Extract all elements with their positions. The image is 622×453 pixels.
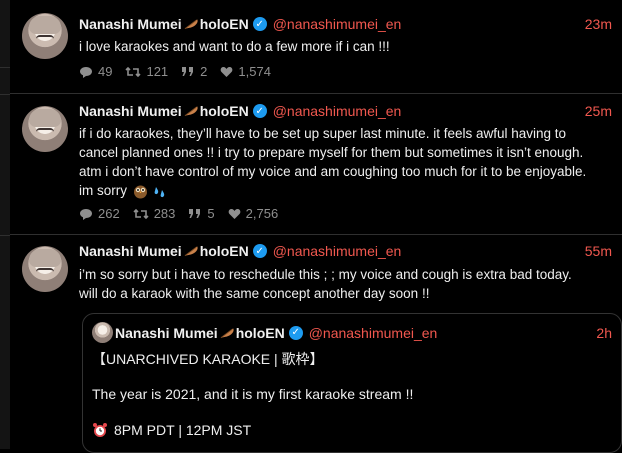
like-button[interactable]: 1,574 — [220, 64, 271, 79]
retweet-icon — [125, 66, 142, 77]
timestamp[interactable]: 25m — [585, 103, 612, 119]
quote-icon — [189, 209, 201, 218]
quoted-tweet[interactable]: Nanashi Mumei holoEN ✓ @nanashimumei_en … — [82, 313, 622, 453]
verified-icon: ✓ — [252, 244, 267, 258]
tweet-3[interactable]: Nanashi Mumei holoEN ✓ @nanashimumei_en … — [10, 235, 622, 453]
tweet-text-line: if i do karaokes, they’ll have to be set… — [79, 126, 567, 141]
verified-icon: ✓ — [252, 104, 267, 118]
heart-icon — [228, 208, 240, 219]
tweet-text: i love karaokes and want to do a few mor… — [79, 39, 390, 54]
display-name[interactable]: Nanashi Mumei — [79, 16, 182, 32]
feather-icon — [220, 327, 234, 338]
timestamp[interactable]: 23m — [585, 16, 612, 32]
tweet-text-line: im sorry — [79, 183, 127, 198]
like-button[interactable]: 2,756 — [228, 206, 279, 221]
retweet-button[interactable]: 283 — [133, 206, 176, 221]
reply-button[interactable]: 262 — [79, 206, 120, 221]
like-count: 1,574 — [238, 64, 271, 79]
reply-icon — [80, 66, 92, 78]
alarm-clock-icon — [93, 423, 107, 437]
org-name[interactable]: holoEN — [200, 243, 249, 259]
quoted-schedule: 8PM PDT | 12PM JST — [114, 422, 252, 438]
tweet-text: i’m so sorry but i have to reschedule th… — [79, 265, 604, 303]
org-name[interactable]: holoEN — [200, 103, 249, 119]
timestamp[interactable]: 55m — [585, 243, 612, 259]
handle[interactable]: @nanashimumei_en — [273, 103, 402, 119]
retweet-button[interactable]: 121 — [125, 64, 168, 79]
tweet-text: if i do karaokes, they’ll have to be set… — [79, 124, 604, 200]
reply-count: 262 — [98, 206, 120, 221]
quote-button[interactable]: 5 — [188, 206, 215, 221]
quoted-avatar[interactable] — [92, 322, 113, 343]
tweet-text-line: will do a karaok with the same concept a… — [79, 286, 430, 301]
reply-icon — [80, 208, 92, 220]
quote-button[interactable]: 2 — [181, 64, 207, 79]
left-sidebar-edge — [0, 0, 10, 449]
tweet-text-line: cancel planned ones !! i try to prepare … — [79, 145, 584, 160]
quoted-title: 【UNARCHIVED KARAOKE | 歌枠】 — [92, 351, 324, 367]
quoted-timestamp[interactable]: 2h — [596, 325, 612, 341]
owl-emoji-icon — [134, 185, 147, 198]
quote-count: 5 — [207, 206, 215, 221]
retweet-count: 283 — [153, 206, 176, 221]
quoted-org-name[interactable]: holoEN — [236, 325, 285, 341]
quote-icon — [182, 67, 194, 76]
org-name[interactable]: holoEN — [200, 16, 249, 32]
display-name[interactable]: Nanashi Mumei — [79, 243, 182, 259]
verified-icon: ✓ — [252, 17, 267, 31]
feather-icon — [184, 246, 198, 257]
retweet-count: 121 — [146, 64, 169, 79]
handle[interactable]: @nanashimumei_en — [273, 16, 402, 32]
feather-icon — [184, 106, 198, 117]
tweet-feed: Nanashi Mumei holoEN ✓ @nanashimumei_en … — [0, 0, 622, 453]
reply-button[interactable]: 49 — [79, 64, 112, 79]
avatar[interactable] — [22, 106, 68, 152]
tweet-2[interactable]: Nanashi Mumei holoEN ✓ @nanashimumei_en … — [10, 94, 622, 235]
sweat-drops-icon — [154, 186, 165, 197]
feather-icon — [184, 19, 198, 30]
heart-icon — [221, 66, 233, 77]
quoted-display-name[interactable]: Nanashi Mumei — [115, 325, 218, 341]
tweet-text-line: atm i don’t have control of my voice and… — [79, 164, 587, 179]
quoted-handle[interactable]: @nanashimumei_en — [309, 325, 438, 341]
quoted-body: The year is 2021, and it is my first kar… — [92, 386, 414, 402]
avatar[interactable] — [22, 246, 68, 292]
tweet-1[interactable]: Nanashi Mumei holoEN ✓ @nanashimumei_en … — [10, 0, 622, 94]
tweet-text-line: i’m so sorry but i have to reschedule th… — [79, 267, 572, 282]
like-count: 2,756 — [245, 206, 279, 221]
reply-count: 49 — [98, 64, 113, 79]
handle[interactable]: @nanashimumei_en — [273, 243, 402, 259]
verified-icon: ✓ — [288, 325, 303, 340]
display-name[interactable]: Nanashi Mumei — [79, 103, 182, 119]
quote-count: 2 — [200, 64, 208, 79]
avatar[interactable] — [22, 13, 68, 59]
retweet-icon — [133, 208, 149, 219]
